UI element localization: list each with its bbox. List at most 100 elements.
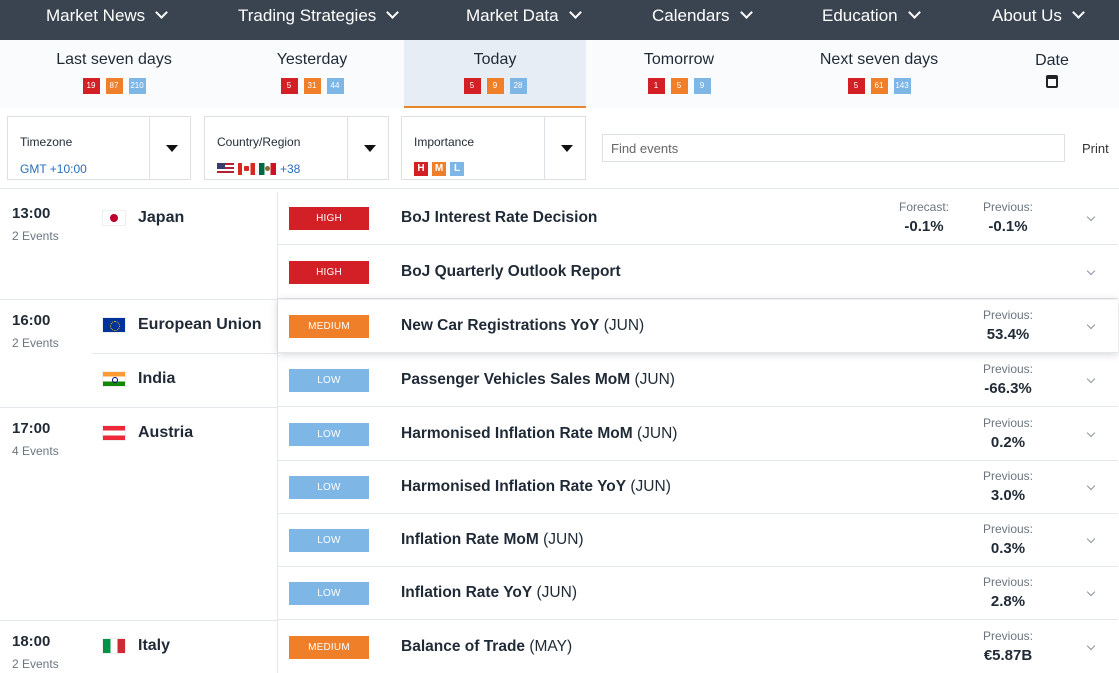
nav-label: Education bbox=[822, 6, 898, 25]
dropdown-arrow-icon[interactable] bbox=[561, 145, 573, 152]
nav-trading-strategies[interactable]: Trading Strategies bbox=[238, 0, 400, 40]
importance-badge: LOW bbox=[289, 582, 369, 605]
search-input[interactable] bbox=[602, 134, 1065, 162]
japan-flag-icon bbox=[102, 210, 126, 226]
low-count-badge: 9 bbox=[693, 78, 711, 94]
chevron-down-icon[interactable] bbox=[1086, 212, 1096, 222]
nav-calendars[interactable]: Calendars bbox=[652, 0, 753, 40]
event-row[interactable]: MEDIUM New Car Registrations YoY (JUN) P… bbox=[278, 300, 1118, 353]
medium-count-badge: 87 bbox=[105, 78, 123, 94]
event-row[interactable]: MEDIUM Balance of Trade (MAY) Previous: €… bbox=[278, 621, 1118, 673]
event-name: Harmonised Inflation Rate YoY (JUN) bbox=[401, 478, 671, 495]
medium-count-badge: 9 bbox=[486, 78, 504, 94]
nav-about-us[interactable]: About Us bbox=[992, 0, 1085, 40]
group-event-count: 2 Events bbox=[12, 657, 59, 671]
country-european-union: European Union bbox=[102, 316, 262, 334]
country-filter[interactable]: Country/Region +38 bbox=[204, 116, 389, 180]
mexico-flag-icon bbox=[259, 163, 276, 175]
tab-yesterday[interactable]: Yesterday 5 31 44 bbox=[198, 40, 426, 108]
chevron-down-icon[interactable] bbox=[1086, 534, 1096, 544]
country-name: Italy bbox=[138, 637, 171, 654]
event-name: Balance of Trade (MAY) bbox=[401, 638, 573, 655]
calendar-list: 13:00 2 Events Japan HIGH BoJ Interest R… bbox=[0, 192, 1119, 673]
chevron-down-icon[interactable] bbox=[1086, 481, 1096, 491]
event-row[interactable]: LOW Inflation Rate MoM (JUN) Previous: 0.… bbox=[278, 514, 1118, 567]
dropdown-arrow-icon[interactable] bbox=[364, 145, 376, 152]
importance-badge: LOW bbox=[289, 369, 369, 392]
previous-value: Previous: 2.8% bbox=[982, 575, 1034, 610]
country-name: Japan bbox=[138, 209, 185, 226]
us-flag-icon bbox=[217, 163, 234, 175]
importance-levels: H M L bbox=[414, 162, 468, 176]
country-austria: Austria bbox=[102, 424, 193, 442]
filter-title: Importance bbox=[414, 135, 475, 149]
tab-today[interactable]: Today 5 9 28 bbox=[404, 40, 586, 108]
group-time: 13:00 bbox=[12, 205, 51, 222]
timezone-value: GMT +10:00 bbox=[20, 162, 87, 176]
nav-label: Calendars bbox=[652, 6, 730, 25]
chevron-down-icon[interactable] bbox=[1086, 320, 1096, 330]
importance-low-chip[interactable]: L bbox=[450, 162, 464, 176]
event-row[interactable]: HIGH BoJ Quarterly Outlook Report bbox=[278, 246, 1118, 299]
print-button[interactable]: Print bbox=[1082, 141, 1109, 156]
nav-market-news[interactable]: Market News bbox=[46, 0, 169, 40]
importance-high-chip[interactable]: H bbox=[414, 162, 428, 176]
event-row[interactable]: LOW Harmonised Inflation Rate YoY (JUN) … bbox=[278, 461, 1118, 514]
importance-filter[interactable]: Importance H M L bbox=[401, 116, 586, 180]
importance-badge: MEDIUM bbox=[289, 636, 369, 659]
group-time: 18:00 bbox=[12, 633, 51, 650]
previous-value: Previous: 3.0% bbox=[982, 469, 1034, 504]
country-name: India bbox=[138, 370, 176, 387]
nav-label: Market Data bbox=[466, 6, 559, 25]
group-divider bbox=[0, 407, 277, 408]
chevron-down-icon[interactable] bbox=[1086, 587, 1096, 597]
event-name: BoJ Interest Rate Decision bbox=[401, 209, 598, 226]
group-event-count: 2 Events bbox=[12, 229, 59, 243]
tab-label: Today bbox=[473, 51, 517, 68]
event-row[interactable]: LOW Harmonised Inflation Rate MoM (JUN) … bbox=[278, 408, 1118, 461]
group-event-count: 2 Events bbox=[12, 336, 59, 350]
importance-medium-chip[interactable]: M bbox=[432, 162, 446, 176]
nav-education[interactable]: Education bbox=[822, 0, 921, 40]
group-divider bbox=[0, 299, 277, 300]
event-name: Harmonised Inflation Rate MoM (JUN) bbox=[401, 425, 678, 442]
nav-market-data[interactable]: Market Data bbox=[466, 0, 582, 40]
country-divider bbox=[92, 353, 277, 354]
country-name: Austria bbox=[138, 424, 194, 441]
forecast-value: Forecast: -0.1% bbox=[898, 200, 949, 235]
timezone-filter[interactable]: Timezone GMT +10:00 bbox=[7, 116, 191, 180]
filter-bar: Timezone GMT +10:00 Country/Region +38 I… bbox=[0, 108, 1119, 189]
previous-value: Previous: 0.3% bbox=[982, 522, 1034, 557]
austria-flag-icon bbox=[102, 425, 126, 441]
tab-label: Date bbox=[1035, 52, 1069, 69]
high-count-badge: 5 bbox=[463, 78, 481, 94]
event-row[interactable]: HIGH BoJ Interest Rate Decision Forecast… bbox=[278, 192, 1118, 245]
event-row[interactable]: LOW Passenger Vehicles Sales MoM (JUN) P… bbox=[278, 354, 1118, 407]
low-count-badge: 28 bbox=[509, 78, 527, 94]
tab-tomorrow[interactable]: Tomorrow 159 bbox=[586, 40, 772, 108]
chevron-down-icon[interactable] bbox=[1086, 374, 1096, 384]
low-count-badge: 210 bbox=[128, 78, 146, 94]
country-japan: Japan bbox=[102, 209, 184, 227]
chevron-down-icon[interactable] bbox=[1086, 428, 1096, 438]
chevron-down-icon bbox=[739, 6, 753, 19]
filter-title: Timezone bbox=[20, 135, 73, 149]
chevron-down-icon bbox=[568, 6, 582, 19]
tab-label: Last seven days bbox=[56, 51, 172, 68]
tab-date[interactable]: Date bbox=[1002, 40, 1102, 108]
importance-badge: LOW bbox=[289, 529, 369, 552]
importance-badge: HIGH bbox=[289, 261, 369, 284]
tab-label: Next seven days bbox=[819, 51, 939, 68]
tab-last-seven-days[interactable]: Last seven days 19 87 210 bbox=[0, 40, 228, 108]
tab-next-seven-days[interactable]: Next seven days 5 61 143 bbox=[772, 40, 986, 108]
dropdown-arrow-icon[interactable] bbox=[166, 145, 178, 152]
country-flags: +38 bbox=[217, 162, 300, 176]
event-name: New Car Registrations YoY (JUN) bbox=[401, 317, 645, 334]
chevron-down-icon[interactable] bbox=[1086, 641, 1096, 651]
chevron-down-icon[interactable] bbox=[1086, 266, 1096, 276]
low-count-badge: 143 bbox=[893, 78, 911, 94]
nav-label: Trading Strategies bbox=[238, 6, 377, 25]
high-count-badge: 5 bbox=[280, 78, 298, 94]
filter-title: Country/Region bbox=[217, 135, 301, 149]
event-row[interactable]: LOW Inflation Rate YoY (JUN) Previous: 2.… bbox=[278, 567, 1118, 620]
